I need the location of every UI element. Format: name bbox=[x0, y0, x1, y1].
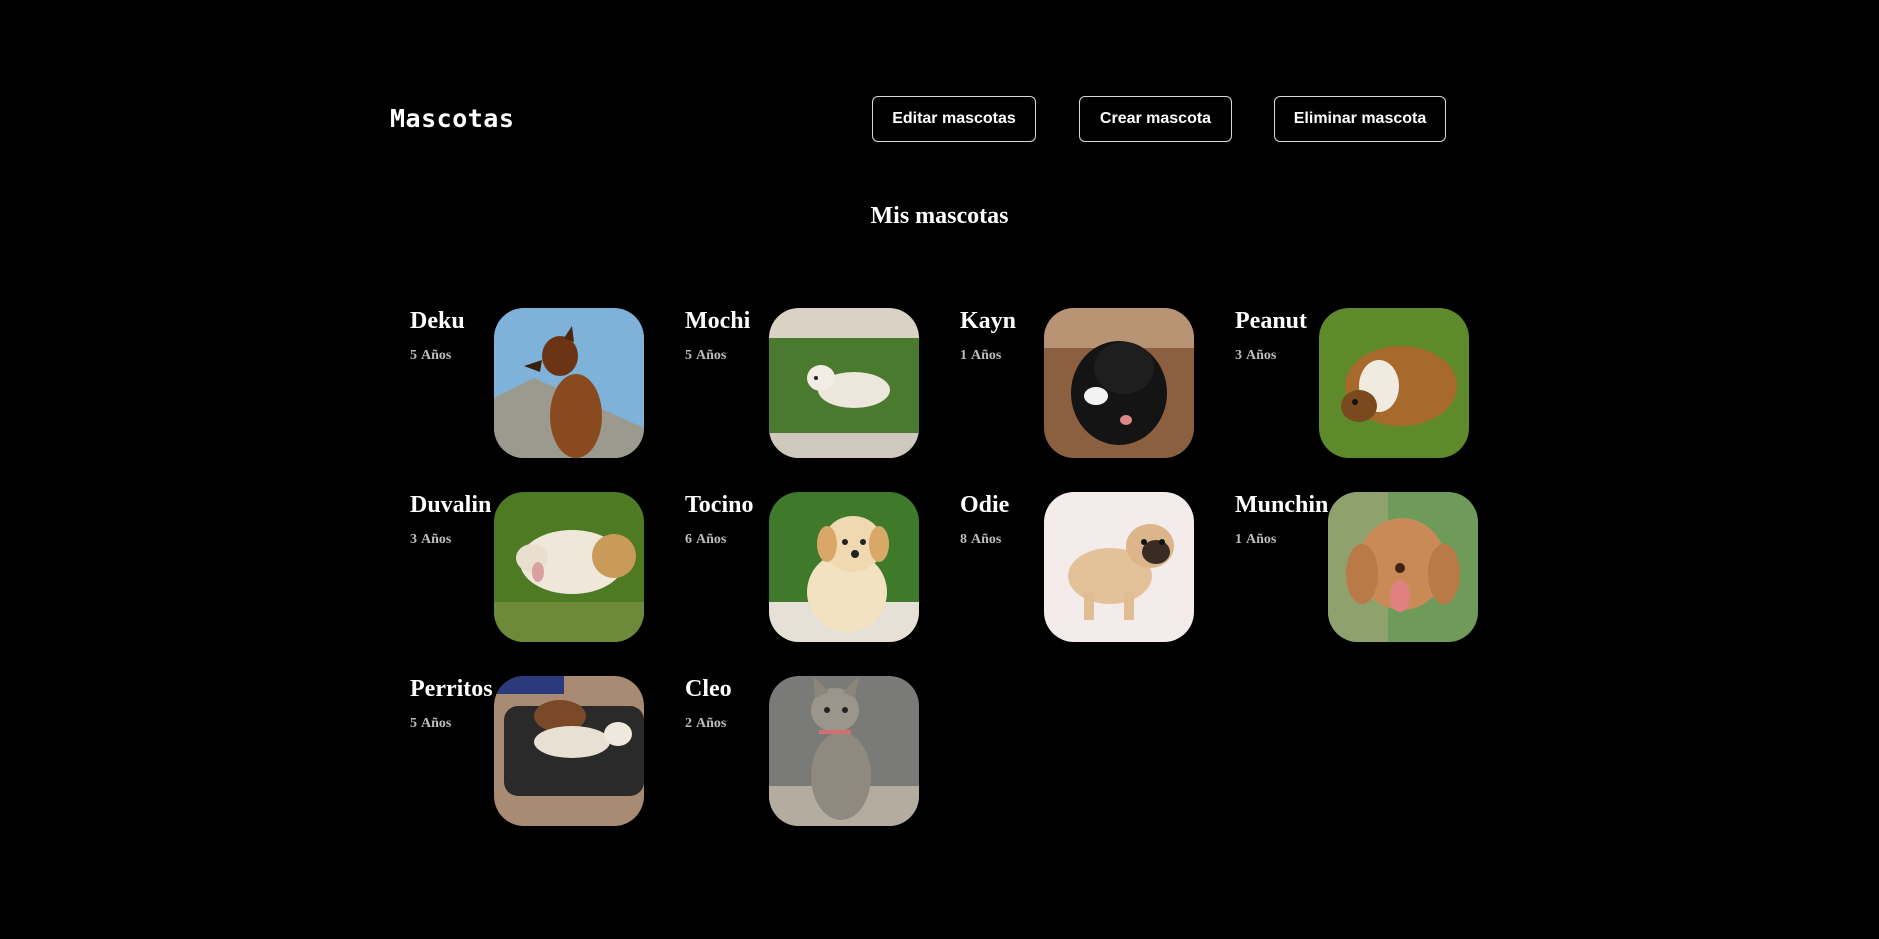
pet-age: 6 Años bbox=[685, 532, 727, 547]
pet-name: Tocino bbox=[685, 492, 754, 518]
pet-card[interactable]: Mochi 5 Años bbox=[685, 308, 945, 460]
page-title: Mis mascotas bbox=[870, 203, 1009, 229]
tabby-cat-photo bbox=[769, 676, 919, 826]
brown-dog-photo bbox=[494, 308, 644, 458]
delete-pet-button[interactable]: Eliminar mascota bbox=[1274, 96, 1446, 142]
white-dog-on-grass-photo bbox=[769, 308, 919, 458]
edit-pets-button[interactable]: Editar mascotas bbox=[872, 96, 1036, 142]
pet-age: 2 Años bbox=[685, 716, 727, 731]
pet-card[interactable]: Perritos 5 Años bbox=[410, 676, 670, 828]
pet-card[interactable]: Kayn 1 Años bbox=[960, 308, 1220, 460]
pet-card[interactable]: Duvalin 3 Años bbox=[410, 492, 670, 644]
pet-name: Mochi bbox=[685, 308, 751, 334]
pet-name: Duvalin bbox=[410, 492, 492, 518]
pug-puppy-photo bbox=[1044, 492, 1194, 642]
create-pet-button[interactable]: Crear mascota bbox=[1079, 96, 1232, 142]
pet-card[interactable]: Munchin 1 Años bbox=[1235, 492, 1495, 644]
pet-age: 1 Años bbox=[1235, 532, 1277, 547]
golden-puppy-photo bbox=[769, 492, 919, 642]
pet-name: Peanut bbox=[1235, 308, 1307, 334]
brand-title[interactable]: Mascotas bbox=[390, 104, 514, 133]
pet-name: Cleo bbox=[685, 676, 732, 702]
guinea-pig-in-grass-photo bbox=[494, 492, 644, 642]
pet-age: 3 Años bbox=[410, 532, 452, 547]
pet-age: 1 Años bbox=[960, 348, 1002, 363]
pet-card[interactable]: Cleo 2 Años bbox=[685, 676, 945, 828]
pet-age: 5 Años bbox=[685, 348, 727, 363]
pet-card[interactable]: Deku 5 Años bbox=[410, 308, 670, 460]
pet-name: Deku bbox=[410, 308, 465, 334]
pet-name: Kayn bbox=[960, 308, 1017, 334]
cocker-puppy-photo bbox=[1328, 492, 1478, 642]
pet-name: Odie bbox=[960, 492, 1010, 518]
pet-card[interactable]: Odie 8 Años bbox=[960, 492, 1220, 644]
pet-age: 3 Años bbox=[1235, 348, 1277, 363]
guinea-pig-photo bbox=[1319, 308, 1469, 458]
black-poodle-photo bbox=[1044, 308, 1194, 458]
pet-card[interactable]: Peanut 3 Años bbox=[1235, 308, 1495, 460]
pet-card[interactable]: Tocino 6 Años bbox=[685, 492, 945, 644]
header: Mascotas Editar mascotas Crear mascota E… bbox=[390, 96, 1490, 144]
pet-name: Munchin bbox=[1235, 492, 1329, 518]
pet-age: 8 Años bbox=[960, 532, 1002, 547]
pet-age: 5 Años bbox=[410, 348, 452, 363]
pet-name: Perritos bbox=[410, 676, 493, 702]
pet-age: 5 Años bbox=[410, 716, 452, 731]
two-dogs-on-cushion-photo bbox=[494, 676, 644, 826]
